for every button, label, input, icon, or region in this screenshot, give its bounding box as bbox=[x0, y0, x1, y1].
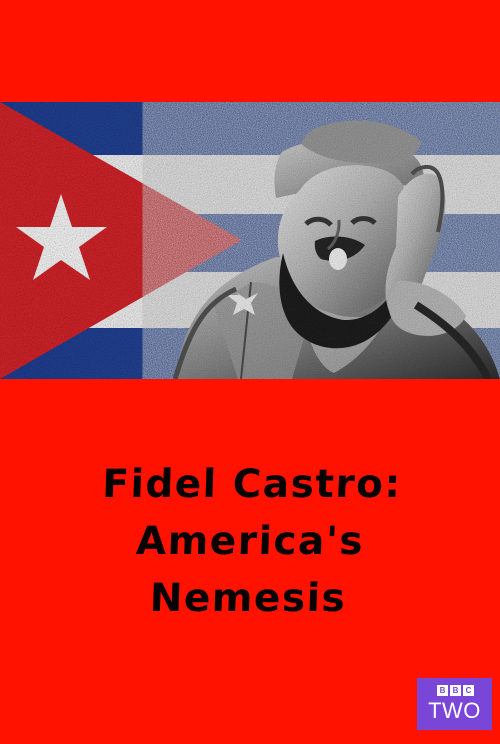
portrait-photo-icon bbox=[172, 120, 500, 379]
title-line-3: Nemesis bbox=[148, 576, 348, 621]
channel-name: TWO bbox=[428, 698, 481, 723]
bbc-two-logo: B B C TWO bbox=[417, 678, 492, 730]
bbc-letter-blocks: B B C bbox=[437, 685, 474, 696]
title-line-1: Fidel Castro: bbox=[101, 462, 403, 507]
bbc-letter-c: C bbox=[463, 685, 474, 696]
bbc-letter-b2: B bbox=[450, 685, 461, 696]
hero-image bbox=[0, 102, 500, 379]
title-line-2: America's bbox=[135, 519, 365, 564]
program-title: Fidel Castro: America's Nemesis bbox=[0, 456, 500, 627]
poster: Fidel Castro: America's Nemesis B B C TW… bbox=[0, 0, 500, 744]
bbc-letter-b1: B bbox=[437, 685, 448, 696]
